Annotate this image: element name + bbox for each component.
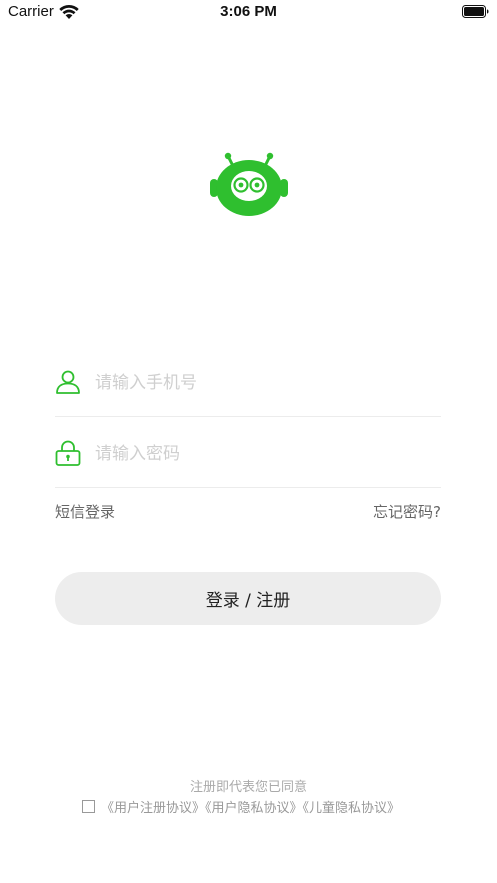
battery-icon — [462, 5, 489, 18]
agreement-row: 《用户注册协议》《用户隐私协议》《儿童隐私协议》 — [82, 797, 400, 817]
password-input[interactable] — [93, 438, 437, 470]
login-screen: Carrier 3:06 PM 请输入手机号 短信登录 忘记密码? 登录 / 注… — [0, 0, 497, 883]
status-bar: Carrier 3:06 PM — [0, 0, 497, 26]
phone-input[interactable] — [93, 367, 437, 399]
login-register-button[interactable]: 登录 / 注册 — [55, 572, 441, 625]
login-options-row: 短信登录 忘记密码? — [55, 501, 441, 523]
user-registration-agreement-link[interactable]: 《用户注册协议》 — [101, 801, 205, 816]
agreement-intro-text: 注册即代表您已同意 — [189, 780, 307, 795]
sms-login-link[interactable]: 短信登录 — [55, 501, 115, 522]
lock-outline-icon — [55, 440, 81, 466]
clock-time: 3:06 PM — [220, 3, 277, 20]
user-outline-icon — [56, 370, 80, 394]
agreement-checkbox[interactable] — [82, 800, 95, 813]
child-privacy-agreement-link[interactable]: 《儿童隐私协议》 — [303, 801, 401, 816]
phone-field-row — [55, 357, 441, 417]
user-privacy-agreement-link[interactable]: 《用户隐私协议》 — [205, 801, 303, 816]
forgot-password-link[interactable]: 忘记密码? — [373, 501, 441, 522]
app-logo-robot-icon — [210, 152, 288, 216]
password-field-row — [55, 428, 441, 488]
